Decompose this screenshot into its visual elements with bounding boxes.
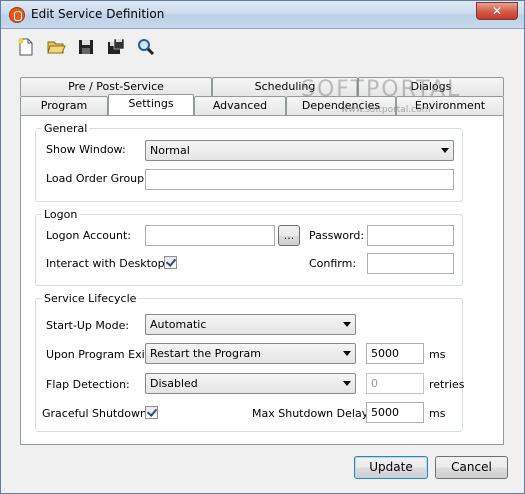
open-button[interactable] (45, 36, 67, 58)
tab-advanced[interactable]: Advanced (194, 96, 286, 115)
general-group: General Show Window: Normal Load Order G… (35, 122, 463, 202)
watermark: SOFTPORTAL (301, 77, 462, 102)
update-button[interactable]: Update (354, 456, 428, 479)
browse-account-button[interactable]: ... (278, 225, 300, 246)
confirm-label: Confirm: (309, 257, 357, 270)
find-icon (138, 39, 155, 56)
watermark-url: www.softportal.com (341, 105, 431, 115)
chevron-down-icon (343, 381, 351, 386)
max-shutdown-delay-unit: ms (429, 407, 446, 420)
restart-delay-unit: ms (429, 348, 446, 361)
tab-program[interactable]: Program (20, 96, 108, 115)
interact-desktop-label: Interact with Desktop: (46, 257, 169, 270)
new-icon (18, 38, 33, 56)
save-as-icon (108, 38, 125, 54)
program-exit-select[interactable]: Restart the Program (145, 343, 356, 364)
save-icon (79, 40, 93, 54)
flap-detection-label: Flap Detection: (46, 378, 130, 391)
graceful-shutdown-checkbox[interactable] (145, 406, 158, 419)
retries-input[interactable]: 0 (366, 373, 424, 394)
show-window-select[interactable]: Normal (145, 140, 454, 161)
find-button[interactable] (135, 36, 157, 58)
logon-account-label: Logon Account: (46, 229, 131, 242)
max-shutdown-delay-label: Max Shutdown Delay: (252, 407, 372, 420)
load-order-input[interactable] (145, 169, 454, 190)
program-exit-label: Upon Program Exit: (46, 348, 153, 361)
new-button[interactable] (15, 36, 37, 58)
logon-account-input[interactable] (145, 225, 275, 246)
app-icon (9, 7, 25, 23)
save-as-button[interactable] (105, 36, 127, 58)
group-title-logon: Logon (42, 208, 80, 221)
password-input[interactable] (367, 225, 454, 246)
startup-mode-value: Automatic (150, 318, 207, 331)
service-lifecycle-group: Service Lifecycle Start-Up Mode: Automat… (35, 292, 465, 432)
interact-desktop-checkbox[interactable] (164, 256, 177, 269)
open-icon (47, 41, 66, 54)
close-button[interactable]: ✕ (476, 2, 518, 20)
max-shutdown-delay-input[interactable]: 5000 (366, 402, 424, 423)
title-bar[interactable]: Edit Service Definition ✕ (1, 1, 524, 29)
cancel-button[interactable]: Cancel (435, 456, 508, 479)
edit-service-window: Edit Service Definition ✕ Pre / Post-Ser… (0, 0, 525, 494)
window-title: Edit Service Definition (31, 7, 165, 21)
tab-settings[interactable]: Settings (108, 94, 194, 115)
startup-mode-label: Start-Up Mode: (46, 319, 130, 332)
flap-detection-value: Disabled (150, 377, 198, 390)
password-label: Password: (309, 229, 365, 242)
confirm-password-input[interactable] (367, 253, 454, 274)
chevron-down-icon (343, 322, 351, 327)
chevron-down-icon (441, 148, 449, 153)
show-window-label: Show Window: (46, 143, 126, 156)
group-title-lifecycle: Service Lifecycle (42, 292, 139, 305)
close-icon: ✕ (491, 4, 503, 18)
show-window-value: Normal (150, 144, 190, 157)
logon-group: Logon Logon Account: ... Password: Inter… (35, 208, 463, 286)
graceful-shutdown-label: Graceful Shutdown: (42, 407, 151, 420)
retries-unit: retries (429, 378, 465, 391)
program-exit-value: Restart the Program (150, 347, 261, 360)
group-title-general: General (42, 122, 90, 135)
save-button[interactable] (75, 36, 97, 58)
flap-detection-select[interactable]: Disabled (145, 373, 356, 394)
restart-delay-input[interactable]: 5000 (366, 343, 424, 364)
settings-panel: General Show Window: Normal Load Order G… (20, 115, 504, 445)
toolbar (1, 30, 524, 64)
chevron-down-icon (343, 351, 351, 356)
load-order-label: Load Order Group: (46, 172, 148, 185)
startup-mode-select[interactable]: Automatic (145, 314, 356, 335)
